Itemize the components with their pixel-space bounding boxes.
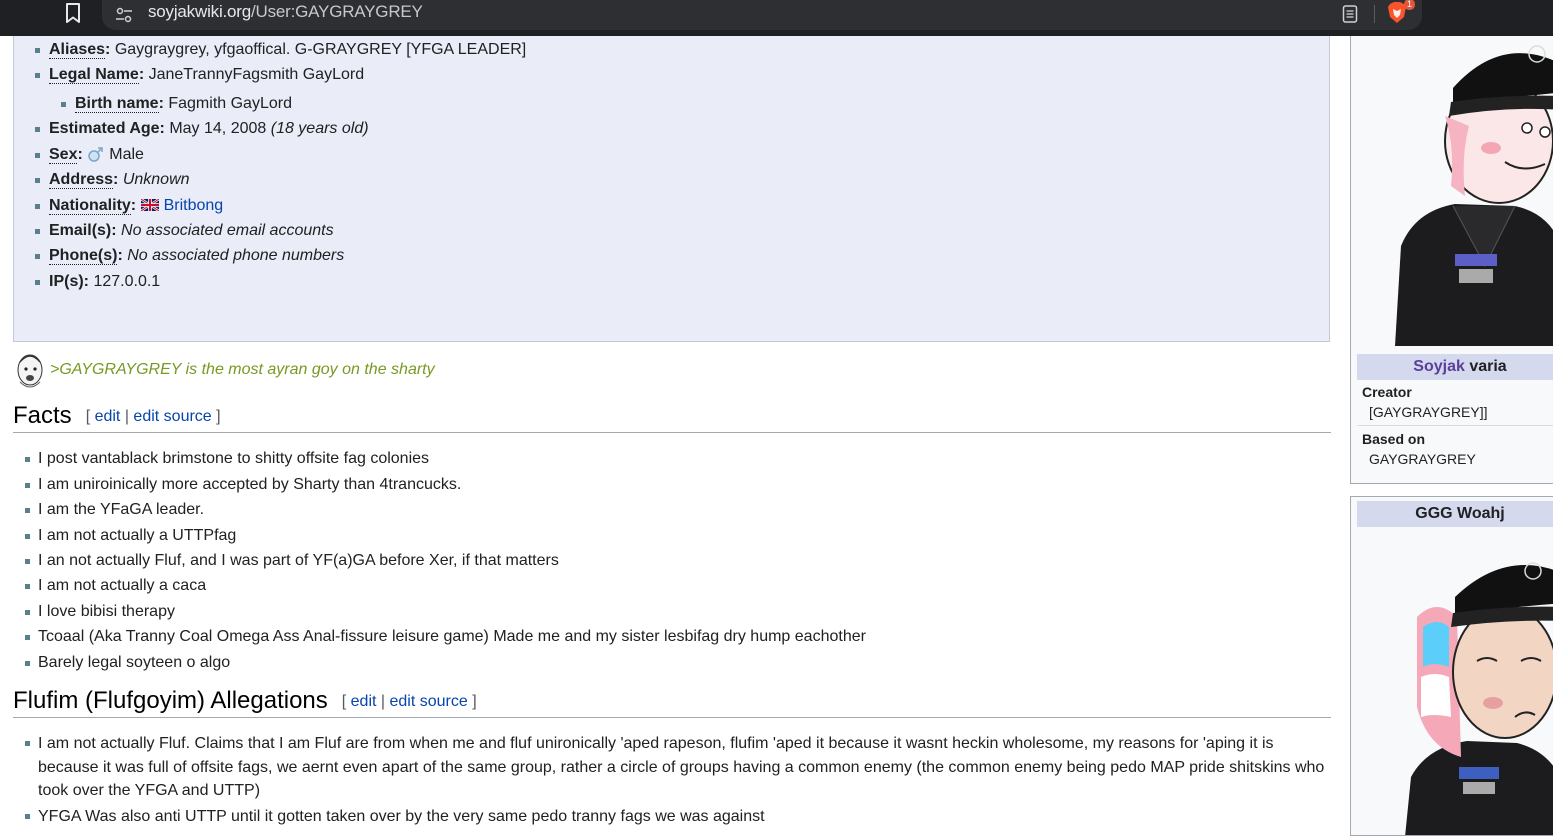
address-bar[interactable]: soyjakwiki.org/User:GAYGRAYGREY 1 bbox=[102, 0, 1422, 30]
aliases-row: Aliases: Gaygraygrey, yfgaoffical. G-GRA… bbox=[34, 41, 527, 59]
sex-row: Sex: Male bbox=[35, 146, 144, 164]
woahj-portrait-image bbox=[1405, 562, 1553, 835]
variant-title-suffix: varia bbox=[1469, 358, 1507, 375]
age-row: Estimated Age: May 14, 2008 (18 years ol… bbox=[35, 120, 369, 137]
uk-flag-icon bbox=[140, 199, 159, 211]
fact-item: Barely legal soyteen o algo bbox=[24, 654, 231, 671]
fact-item: Tcoaal (Aka Tranny Coal Omega Ass Anal-f… bbox=[25, 628, 866, 645]
phones-label: Phone(s) bbox=[49, 247, 118, 265]
allegation-item: I am not actually Fluf. Claims that I am… bbox=[25, 732, 1328, 803]
legal-name-row: Legal Name: JaneTrannyFagsmith GayLord bbox=[34, 66, 365, 84]
creator-label: Creator bbox=[1362, 384, 1412, 400]
emails-label: Email(s) bbox=[49, 222, 112, 239]
facts-heading: Facts [ edit | edit source ] bbox=[13, 401, 221, 432]
address-value: Unknown bbox=[122, 171, 190, 188]
allegations-title: Flufim (Flufgoyim) Allegations bbox=[13, 687, 328, 714]
url-path: /User:GAYGRAYGREY bbox=[251, 2, 423, 21]
facts-edit-source-link[interactable]: edit source bbox=[133, 408, 211, 425]
ggg-woahj-title: GGG Woahj bbox=[1357, 501, 1553, 527]
reader-mode-icon[interactable] bbox=[1342, 4, 1358, 24]
aliases-value: Gaygraygrey, yfgaoffical. G-GRAYGREY [YF… bbox=[114, 41, 527, 58]
creator-value: [GAYGRAYGREY]] bbox=[1369, 404, 1488, 420]
age-note: (18 years old) bbox=[270, 120, 369, 137]
legal-name-value: JaneTrannyFagsmith GayLord bbox=[148, 66, 365, 83]
variant-title: Soyjak varia bbox=[1357, 354, 1553, 380]
legal-name-label: Legal Name bbox=[49, 66, 139, 84]
fact-item: I am the YFaGA leader. bbox=[24, 501, 205, 518]
fact-item: I am not actually a UTTPfag bbox=[24, 527, 237, 544]
phones-row: Phone(s): No associated phone numbers bbox=[34, 247, 345, 265]
sidebar-row-divider bbox=[1357, 425, 1553, 426]
based-on-value: GAYGRAYGREY bbox=[1369, 451, 1476, 467]
ggg-woahj-infobox: GGG Woahj bbox=[1350, 496, 1553, 836]
ips-row: IP(s): 127.0.0.1 bbox=[34, 273, 161, 290]
fact-item: I am uniroinically more accepted by Shar… bbox=[24, 476, 462, 493]
nationality-link[interactable]: Britbong bbox=[164, 197, 224, 214]
ips-label: IP(s) bbox=[49, 273, 84, 290]
facts-divider bbox=[13, 432, 1331, 433]
fact-item: I am not actually a caca bbox=[24, 577, 207, 594]
browser-toolbar: soyjakwiki.org/User:GAYGRAYGREY 1 bbox=[0, 0, 1553, 36]
phones-value: No associated phone numbers bbox=[127, 247, 345, 264]
shields-count-badge: 1 bbox=[1404, 0, 1415, 10]
facts-edit-link[interactable]: edit bbox=[95, 408, 121, 425]
facts-edit-links: [ edit | edit source ] bbox=[85, 408, 221, 425]
site-settings-icon[interactable] bbox=[114, 5, 134, 25]
allegations-edit-link[interactable]: edit bbox=[351, 693, 377, 710]
fact-item: I love bibisi therapy bbox=[25, 603, 175, 620]
ips-value: 127.0.0.1 bbox=[93, 273, 161, 290]
address-row: Address: Unknown bbox=[35, 171, 190, 189]
allegations-heading: Flufim (Flufgoyim) Allegations [ edit | e… bbox=[13, 686, 477, 717]
birth-name-label: Birth name bbox=[75, 95, 159, 113]
emails-value: No associated email accounts bbox=[121, 222, 334, 239]
emails-row: Email(s): No associated email accounts bbox=[35, 222, 334, 239]
address-label: Address bbox=[49, 171, 114, 189]
url-text[interactable]: soyjakwiki.org/User:GAYGRAYGREY bbox=[148, 2, 423, 22]
bookmark-icon[interactable] bbox=[64, 2, 82, 24]
based-on-label: Based on bbox=[1362, 431, 1426, 447]
facts-title: Facts bbox=[13, 402, 72, 429]
allegations-divider bbox=[13, 717, 1331, 718]
toolbar-separator bbox=[1374, 5, 1375, 23]
sex-value: Male bbox=[109, 146, 144, 163]
nationality-row: Nationality: Britbong bbox=[34, 197, 224, 215]
age-value: May 14, 2008 bbox=[169, 120, 267, 137]
fact-item: I post vantablack brimstone to shitty of… bbox=[24, 450, 430, 467]
birth-name-row: Birth name: Fagmith GayLord bbox=[61, 95, 292, 113]
birth-name-value: Fagmith GayLord bbox=[168, 95, 292, 112]
variant-title-link[interactable]: Soyjak bbox=[1413, 358, 1465, 375]
variant-portrait-image bbox=[1395, 45, 1553, 346]
age-label: Estimated Age bbox=[49, 120, 160, 137]
greentext-quote: >GAYGRAYGREY is the most ayran goy on th… bbox=[50, 361, 435, 378]
soyjak-face-icon bbox=[17, 354, 43, 388]
aliases-label: Aliases bbox=[49, 41, 106, 59]
allegations-edit-links: [ edit | edit source ] bbox=[341, 693, 477, 710]
soyjak-variant-infobox: Soyjak varia Creator [GAYGRAYGREY]] Base… bbox=[1350, 36, 1553, 484]
nationality-label: Nationality bbox=[49, 197, 131, 215]
allegations-edit-source-link[interactable]: edit source bbox=[390, 693, 468, 710]
fact-item: I an not actually Fluf, and I was part o… bbox=[25, 552, 559, 569]
sex-label: Sex bbox=[49, 146, 78, 164]
male-symbol-icon bbox=[88, 147, 103, 162]
user-infobox: Aliases: Gaygraygrey, yfgaoffical. G-GRA… bbox=[13, 36, 1330, 342]
url-host: soyjakwiki.org bbox=[148, 2, 252, 21]
